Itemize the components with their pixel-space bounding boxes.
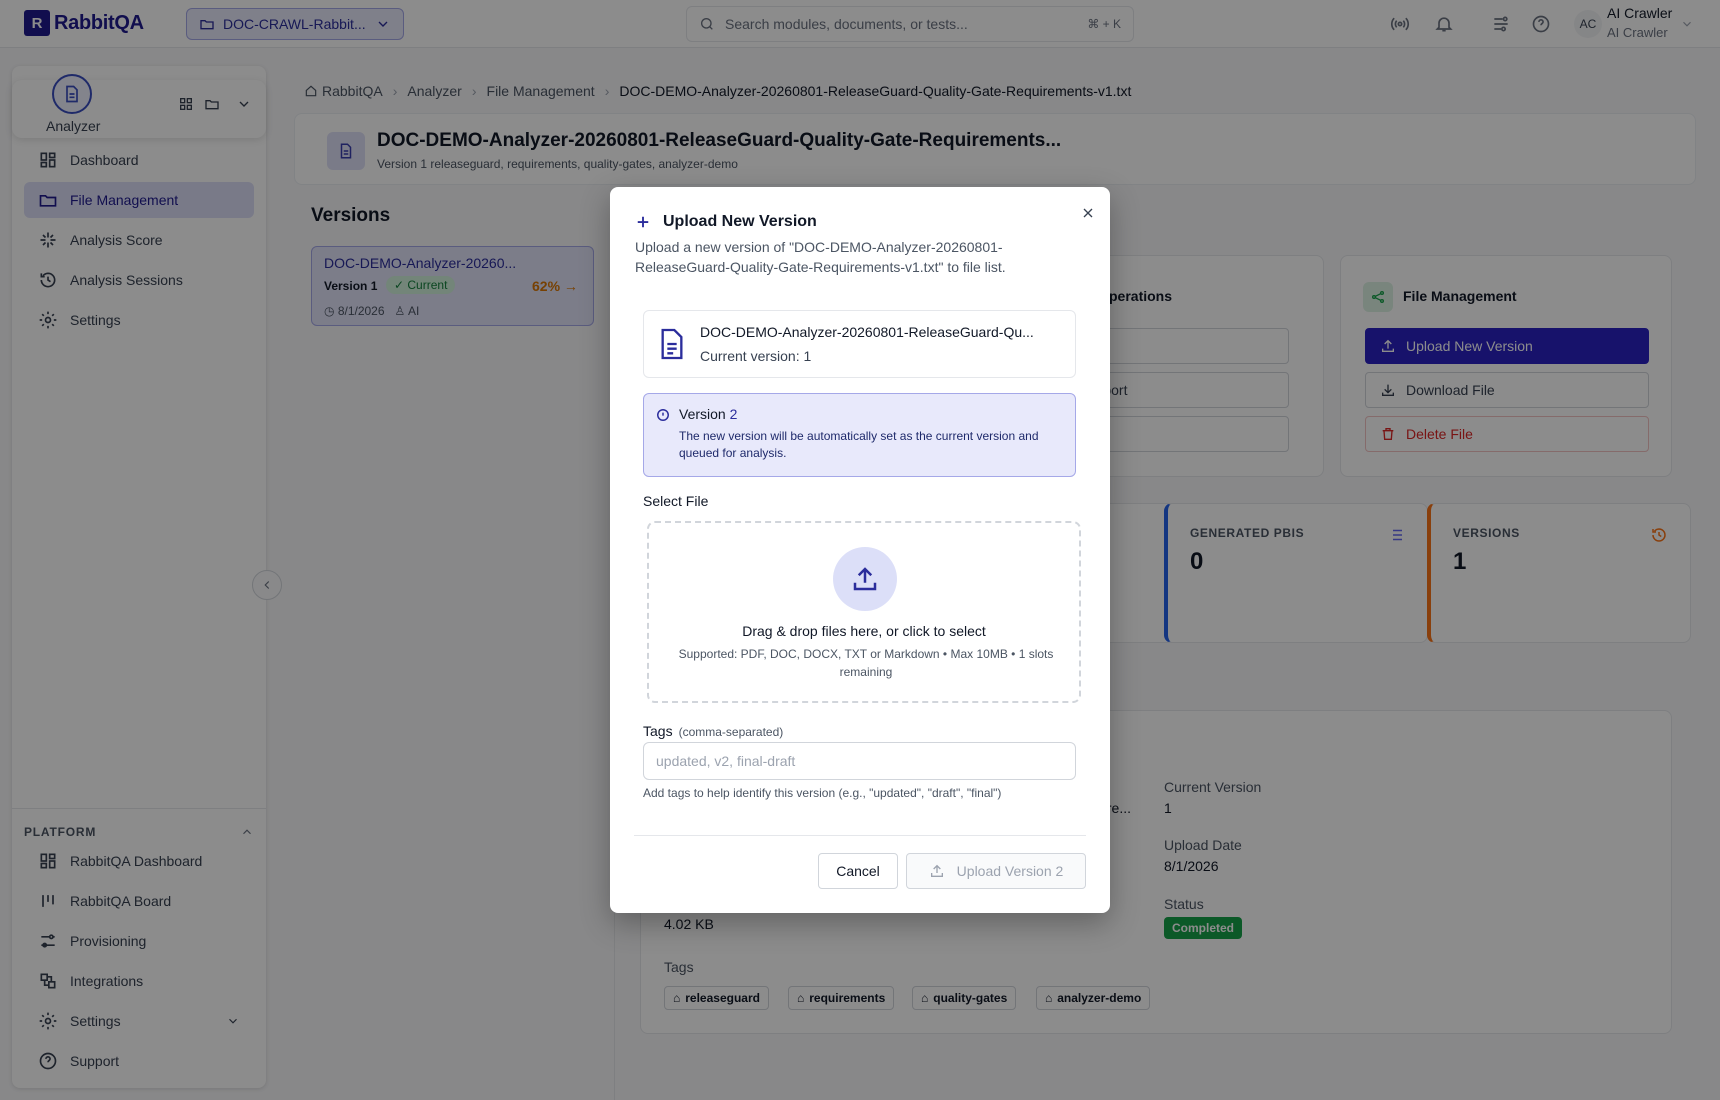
current-file-version: Current version: 1 (700, 348, 812, 364)
document-icon (661, 328, 683, 360)
tags-input[interactable] (643, 742, 1076, 780)
cancel-button[interactable]: Cancel (818, 853, 898, 889)
dialog-description: Upload a new version of "DOC-DEMO-Analyz… (635, 239, 1006, 275)
plus-icon (637, 216, 649, 228)
close-icon[interactable] (1080, 205, 1096, 221)
tags-label: Tags (643, 723, 673, 739)
upload-icon (930, 864, 943, 877)
upload-version-button[interactable]: Upload Version 2 (906, 853, 1086, 889)
version-info-label: Version (679, 406, 726, 422)
version-info-text: The new version will be automatically se… (679, 429, 1039, 460)
tags-help-text: Add tags to help identify this version (… (643, 786, 1002, 800)
dialog-title: Upload New Version (663, 213, 817, 230)
dropzone-text: Drag & drop files here, or click to sele… (742, 623, 986, 639)
select-file-label: Select File (643, 493, 709, 509)
upload-version-label: Upload Version 2 (956, 863, 1064, 879)
dropzone-hint: Supported: PDF, DOC, DOCX, TXT or Markdo… (678, 647, 1054, 679)
upload-icon (833, 547, 897, 611)
info-icon (657, 409, 669, 421)
version-info-title: Version 2 (679, 406, 737, 422)
dialog-divider (634, 835, 1086, 836)
upload-version-dialog: Upload New Version Upload a new version … (610, 187, 1110, 913)
current-file-name: DOC-DEMO-Analyzer-20260801-ReleaseGuard-… (700, 324, 1034, 340)
current-file-card: DOC-DEMO-Analyzer-20260801-ReleaseGuard-… (643, 310, 1076, 378)
tags-field-label: Tags (comma-separated) (643, 723, 783, 739)
file-dropzone[interactable]: Drag & drop files here, or click to sele… (647, 521, 1081, 703)
tags-hint: (comma-separated) (678, 725, 784, 739)
version-info-box: Version 2 The new version will be automa… (643, 393, 1076, 477)
version-info-number: 2 (729, 406, 738, 422)
